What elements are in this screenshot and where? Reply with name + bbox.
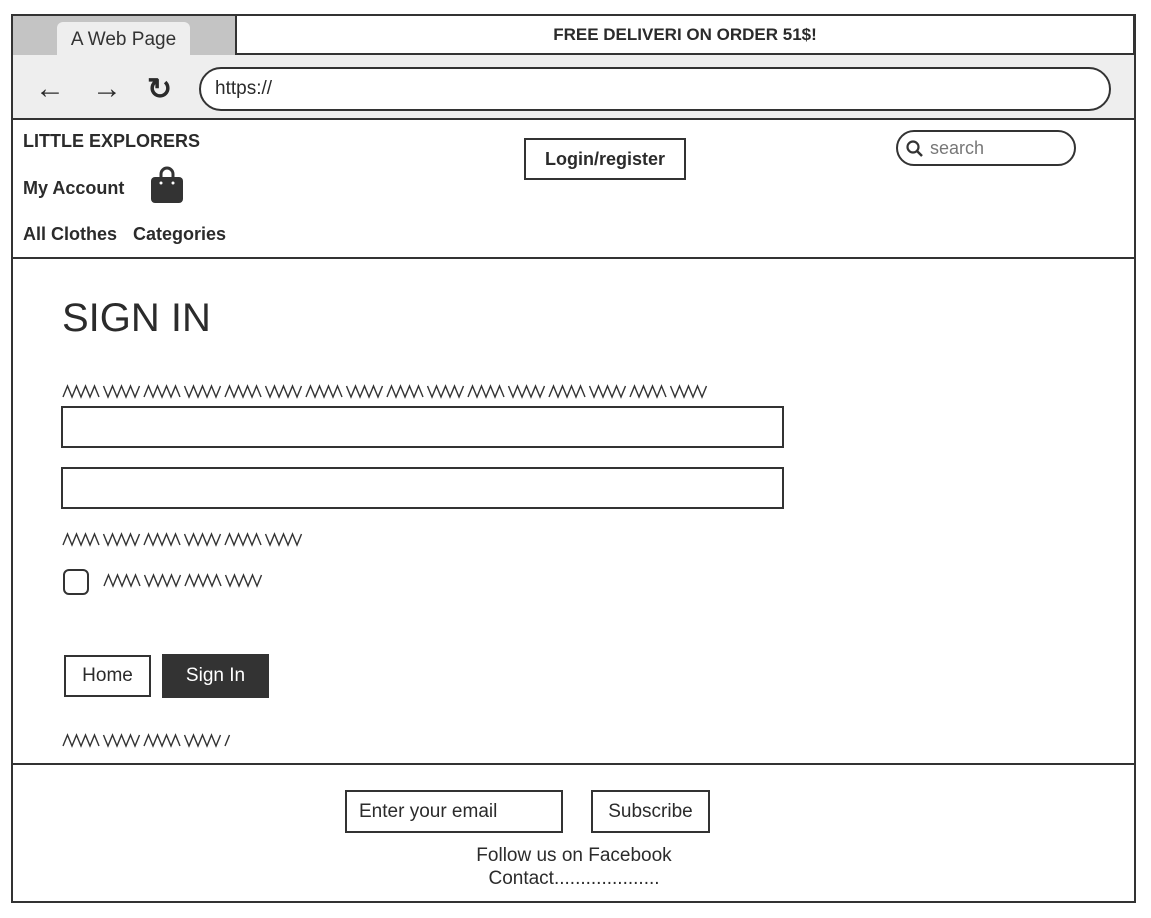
facebook-link[interactable]: Follow us on Facebook [374,845,774,867]
nav-categories[interactable]: Categories [133,224,226,245]
footer-divider [11,763,1136,765]
search-input[interactable]: search [896,130,1076,166]
forgot-password-link[interactable] [62,531,303,547]
browser-tab[interactable]: A Web Page [57,22,190,55]
promo-banner: FREE DELIVERI ON ORDER 51$! [235,14,1135,55]
email-field[interactable] [61,406,784,448]
header-divider [11,257,1136,259]
brand-logo[interactable]: LITTLE EXPLORERS [23,131,200,152]
contact-text: Contact.................... [488,868,660,889]
search-icon [906,140,923,157]
remember-me-checkbox[interactable] [63,569,89,595]
password-field[interactable] [61,467,784,509]
newsletter-email-input[interactable]: Enter your email [345,790,563,833]
forward-icon[interactable]: → [92,72,122,106]
reload-icon[interactable]: ↻ [147,72,172,107]
subscribe-button[interactable]: Subscribe [591,790,710,833]
login-register-button[interactable]: Login/register [524,138,686,180]
shopping-bag-icon[interactable] [150,166,184,204]
url-input[interactable]: https:// [199,67,1111,111]
remember-me-label [104,572,266,588]
search-placeholder: search [930,138,985,158]
back-icon[interactable]: ← [35,72,65,106]
page-title: SIGN IN [62,296,211,340]
instruction-text-placeholder [62,384,708,399]
register-link[interactable] [62,732,231,748]
sign-in-button[interactable]: Sign In [162,654,269,698]
home-button[interactable]: Home [64,655,151,697]
nav-all-clothes[interactable]: All Clothes [23,224,117,245]
my-account-link[interactable]: My Account [23,178,124,199]
